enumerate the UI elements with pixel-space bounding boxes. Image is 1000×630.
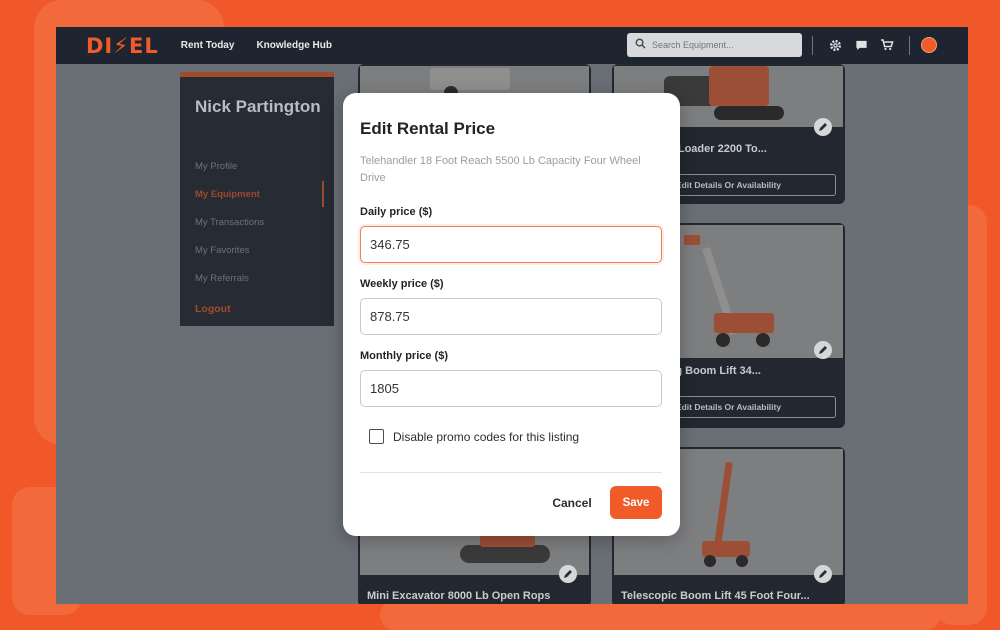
disable-promo-label[interactable]: Disable promo codes for this listing [393, 430, 579, 444]
weekly-price-input[interactable] [360, 298, 662, 335]
nav-divider [812, 36, 813, 55]
top-nav: DI⚡EL Rent Today Knowledge Hub [56, 27, 968, 64]
active-indicator [322, 181, 324, 207]
search-icon [635, 36, 646, 54]
account-sidebar: Nick Partington My Profile My Equipment … [180, 72, 334, 326]
sidebar-item-my-equipment[interactable]: My Equipment [195, 189, 260, 200]
nav-link-knowledge-hub[interactable]: Knowledge Hub [256, 40, 332, 51]
promo-codes-option[interactable]: Disable promo codes for this listing [369, 429, 579, 444]
edit-pencil-icon[interactable] [559, 565, 577, 583]
background-shape [380, 600, 940, 630]
search-bar[interactable] [627, 33, 802, 57]
nav-link-rent-today[interactable]: Rent Today [181, 40, 235, 51]
avatar-icon[interactable] [921, 37, 937, 53]
user-name: Nick Partington [195, 97, 321, 116]
gear-icon[interactable] [828, 38, 842, 52]
sidebar-item-my-referrals[interactable]: My Referrals [195, 273, 249, 284]
nav-divider [909, 36, 910, 55]
daily-price-label: Daily price ($) [360, 206, 433, 218]
search-input[interactable] [652, 40, 782, 50]
equipment-title[interactable]: Telescopic Boom Lift 45 Foot Four... [621, 590, 810, 602]
edit-rental-price-dialog: Edit Rental Price Telehandler 18 Foot Re… [343, 93, 680, 536]
sidebar-item-my-favorites[interactable]: My Favorites [195, 245, 249, 256]
save-button[interactable]: Save [610, 486, 662, 519]
disable-promo-checkbox[interactable] [369, 429, 384, 444]
edit-pencil-icon[interactable] [814, 341, 832, 359]
edit-pencil-icon[interactable] [814, 565, 832, 583]
chat-icon[interactable] [854, 38, 868, 52]
equipment-name: Telehandler 18 Foot Reach 5500 Lb Capaci… [360, 155, 641, 184]
edit-pencil-icon[interactable] [814, 118, 832, 136]
cart-icon[interactable] [880, 38, 894, 52]
monthly-price-input[interactable] [360, 370, 662, 407]
dialog-title: Edit Rental Price [360, 119, 496, 138]
logout-link[interactable]: Logout [195, 303, 231, 315]
cancel-button[interactable]: Cancel [546, 487, 598, 519]
sidebar-item-my-profile[interactable]: My Profile [195, 161, 237, 172]
weekly-price-label: Weekly price ($) [360, 278, 444, 290]
equipment-title[interactable]: Mini Excavator 8000 Lb Open Rops [367, 590, 550, 602]
monthly-price-label: Monthly price ($) [360, 350, 449, 362]
sidebar-item-my-transactions[interactable]: My Transactions [195, 217, 264, 228]
diesel-logo[interactable]: DI⚡EL [86, 34, 159, 58]
daily-price-input[interactable] [360, 226, 662, 263]
dialog-divider [360, 472, 662, 473]
